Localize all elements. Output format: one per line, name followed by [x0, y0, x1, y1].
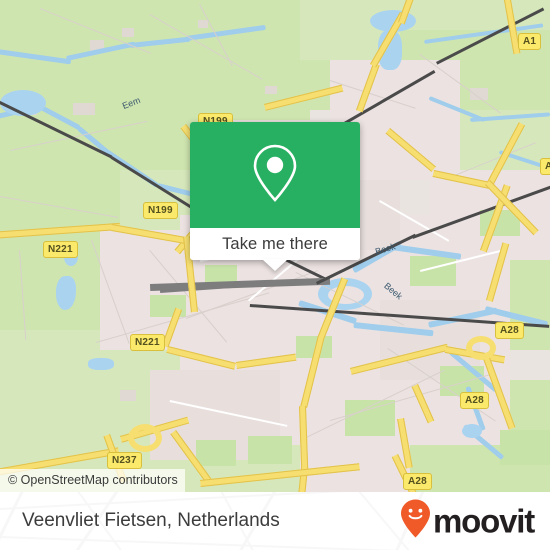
osm-attribution[interactable]: © OpenStreetMap contributors	[0, 469, 185, 492]
road-shield-a28: A28	[403, 473, 432, 490]
card-action-area[interactable]: Take me there	[190, 228, 360, 260]
moovit-logo[interactable]: moovit	[400, 499, 535, 544]
place-title: Veenvliet Fietsen, Netherlands	[22, 510, 280, 531]
moovit-smiley-pin-icon	[400, 499, 431, 544]
card-pointer-tail	[262, 259, 288, 271]
road-shield-a1: A1	[540, 158, 550, 175]
road-shield-n221: N221	[130, 334, 165, 351]
take-me-there-card[interactable]: Take me there	[190, 122, 360, 260]
road-shield-a1: A1	[518, 33, 542, 50]
road-shield-n221: N221	[43, 241, 78, 258]
location-pin-icon	[251, 142, 299, 209]
map-preview-screen: Eem Beek Beek A1 A1 N199 N199 N221 N221 …	[0, 0, 550, 550]
road-shield-n199: N199	[143, 202, 178, 219]
road-shield-n237: N237	[107, 452, 142, 469]
moovit-wordmark: moovit	[433, 502, 535, 540]
card-pin-area	[190, 122, 360, 228]
road-shield-a28: A28	[460, 392, 489, 409]
take-me-there-label: Take me there	[222, 234, 328, 253]
footer-bar: Veenvliet Fietsen, Netherlands moovit	[0, 492, 550, 550]
road-shield-a28: A28	[495, 322, 524, 339]
